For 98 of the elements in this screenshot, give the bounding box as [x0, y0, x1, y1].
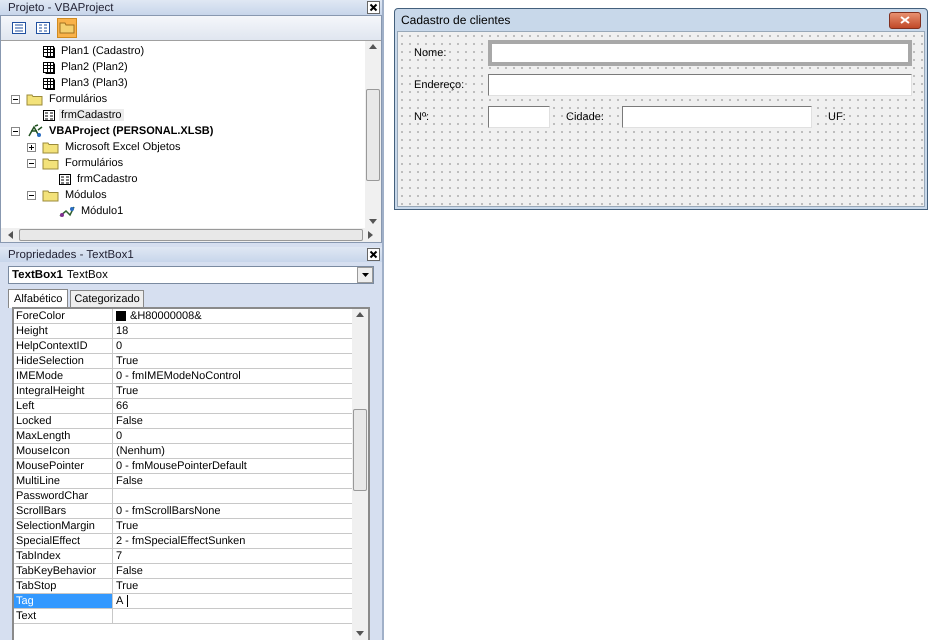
- property-value[interactable]: &H80000008&: [130, 309, 202, 323]
- panel-title: Projeto - VBAProject: [8, 2, 114, 14]
- property-value[interactable]: 7: [116, 549, 122, 563]
- property-name[interactable]: TabIndex: [14, 549, 113, 563]
- scrollbar-thumb[interactable]: [353, 409, 367, 491]
- tree-item[interactable]: Módulo1: [79, 205, 126, 217]
- property-value[interactable]: False: [116, 474, 143, 488]
- text-box[interactable]: [488, 74, 912, 96]
- property-name[interactable]: Height: [14, 324, 113, 338]
- form-title: Cadastro de clientes: [401, 13, 510, 27]
- property-value[interactable]: True: [116, 519, 138, 533]
- close-icon: [900, 16, 910, 24]
- collapse-icon[interactable]: [11, 126, 20, 136]
- property-name[interactable]: TabKeyBehavior: [14, 564, 113, 578]
- collapse-icon[interactable]: [11, 94, 20, 104]
- scroll-up-icon[interactable]: [369, 43, 377, 51]
- tree-item[interactable]: Formulários: [63, 157, 126, 169]
- toggle-folders-button[interactable]: [57, 18, 77, 38]
- project-icon: [26, 124, 44, 138]
- folder-icon: [26, 92, 44, 106]
- text-box[interactable]: [622, 106, 812, 128]
- property-value[interactable]: 0 - fmMousePointerDefault: [116, 459, 247, 473]
- property-name[interactable]: Left: [14, 399, 113, 413]
- property-name[interactable]: PasswordChar: [14, 489, 113, 503]
- tree-item[interactable]: Formulários: [47, 93, 110, 105]
- tab[interactable]: Categorizado: [70, 290, 144, 307]
- vertical-scrollbar[interactable]: [365, 41, 381, 228]
- dropdown-arrow-icon[interactable]: [362, 273, 368, 277]
- expand-icon[interactable]: [27, 142, 36, 152]
- property-name[interactable]: TabStop: [14, 579, 113, 593]
- tree-item[interactable]: Módulos: [63, 189, 109, 201]
- tab[interactable]: Alfabético: [8, 289, 68, 308]
- property-value[interactable]: True: [116, 579, 138, 593]
- property-value[interactable]: False: [116, 414, 143, 428]
- worksheet-icon: [42, 60, 56, 74]
- property-name[interactable]: HideSelection: [14, 354, 113, 368]
- property-value[interactable]: True: [116, 354, 138, 368]
- property-value[interactable]: (Nenhum): [116, 444, 165, 458]
- scrollbar-thumb[interactable]: [366, 88, 380, 180]
- scroll-down-icon[interactable]: [356, 630, 364, 638]
- property-value[interactable]: True: [116, 384, 138, 398]
- property-name[interactable]: ScrollBars: [14, 504, 113, 518]
- tree-item[interactable]: Plan2 (Plan2): [59, 61, 130, 73]
- field-label: Cidade:: [566, 111, 605, 123]
- property-value[interactable]: 66: [116, 399, 128, 413]
- worksheet-icon: [42, 44, 56, 58]
- property-value[interactable]: 0 - fmIMEModeNoControl: [116, 369, 241, 383]
- close-icon[interactable]: [367, 1, 380, 14]
- property-value[interactable]: 0: [116, 429, 122, 443]
- property-value[interactable]: 18: [116, 324, 128, 338]
- tree-item[interactable]: VBAProject (PERSONAL.XLSB): [47, 125, 216, 137]
- panel-title: Propriedades - TextBox1: [8, 248, 134, 260]
- folder-icon: [42, 188, 60, 202]
- field-label: Nº:: [414, 111, 430, 123]
- folder-icon: [42, 156, 60, 170]
- horizontal-scrollbar[interactable]: [1, 228, 381, 242]
- property-name[interactable]: IntegralHeight: [14, 384, 113, 398]
- form-icon: [58, 172, 72, 186]
- scroll-up-icon[interactable]: [356, 311, 364, 319]
- vertical-scrollbar[interactable]: [352, 309, 368, 640]
- scroll-down-icon[interactable]: [369, 218, 377, 226]
- module-icon: [58, 204, 76, 218]
- scrollbar-thumb[interactable]: [19, 229, 363, 241]
- property-name[interactable]: HelpContextID: [14, 339, 113, 353]
- tree-item[interactable]: Plan3 (Plan3): [59, 77, 130, 89]
- property-name[interactable]: MaxLength: [14, 429, 113, 443]
- field-label: Endereço:: [414, 79, 466, 91]
- property-name[interactable]: Text: [14, 609, 113, 623]
- object-dropdown[interactable]: TextBox1 TextBox: [8, 266, 374, 284]
- text-box[interactable]: [488, 106, 550, 128]
- tree-item[interactable]: frmCadastro: [59, 109, 124, 121]
- collapse-icon[interactable]: [27, 190, 36, 200]
- property-name[interactable]: SpecialEffect: [14, 534, 113, 548]
- property-value[interactable]: False: [116, 564, 143, 578]
- property-name[interactable]: SelectionMargin: [14, 519, 113, 533]
- field-label: Nome:: [414, 47, 448, 59]
- property-value[interactable]: A: [116, 594, 124, 608]
- field-label: UF:: [828, 111, 846, 123]
- property-value[interactable]: 0 - fmScrollBarsNone: [116, 504, 221, 518]
- property-name[interactable]: IMEMode: [14, 369, 113, 383]
- scroll-left-icon[interactable]: [7, 231, 15, 239]
- property-value[interactable]: 0: [116, 339, 122, 353]
- tree-item[interactable]: frmCadastro: [75, 173, 140, 185]
- property-name[interactable]: Locked: [14, 414, 113, 428]
- property-name[interactable]: ForeColor: [14, 309, 113, 323]
- property-value[interactable]: 2 - fmSpecialEffectSunken: [116, 534, 246, 548]
- property-name[interactable]: MousePointer: [14, 459, 113, 473]
- close-icon[interactable]: [367, 248, 380, 261]
- scroll-right-icon[interactable]: [367, 231, 375, 239]
- property-name[interactable]: MouseIcon: [14, 444, 113, 458]
- collapse-icon[interactable]: [27, 158, 36, 168]
- folder-icon: [42, 140, 60, 154]
- close-button[interactable]: [889, 12, 921, 28]
- tree-item[interactable]: Plan1 (Cadastro): [59, 45, 146, 57]
- tree-item[interactable]: Microsoft Excel Objetos: [63, 141, 183, 153]
- form-icon: [42, 108, 56, 122]
- property-name[interactable]: MultiLine: [14, 474, 113, 488]
- worksheet-icon: [42, 76, 56, 90]
